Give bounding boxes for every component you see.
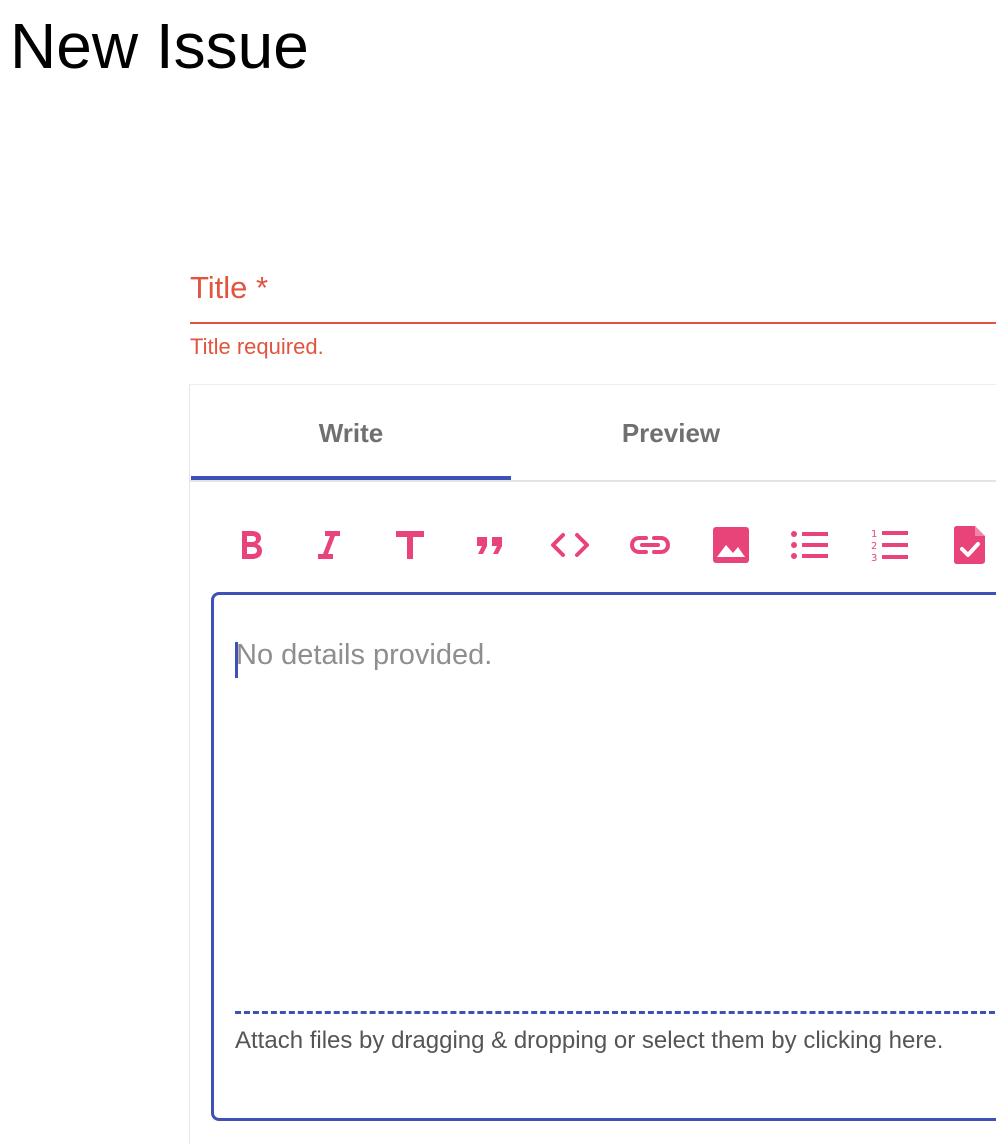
italic-icon: [318, 531, 340, 559]
svg-text:3: 3: [871, 553, 877, 563]
italic-button[interactable]: [305, 521, 353, 569]
title-field[interactable]: Title *: [190, 266, 996, 324]
bold-button[interactable]: [227, 521, 275, 569]
svg-text:2: 2: [871, 541, 877, 552]
tab-selected-indicator: [191, 476, 511, 480]
header-icon: [396, 531, 424, 559]
image-icon: [713, 527, 749, 563]
tab-preview[interactable]: Preview: [511, 385, 831, 482]
details-textarea[interactable]: No details provided. Attach files by dra…: [211, 592, 996, 1121]
quote-button[interactable]: [466, 521, 514, 569]
attach-files-area[interactable]: Attach files by dragging & dropping or s…: [235, 1025, 975, 1057]
attach-divider: [235, 1011, 995, 1014]
checked-list-button[interactable]: [946, 521, 994, 569]
tab-write[interactable]: Write: [191, 385, 511, 482]
title-input[interactable]: [190, 284, 996, 322]
editor-tabs: Write Preview: [190, 385, 996, 482]
details-placeholder: No details provided.: [236, 639, 493, 671]
link-button[interactable]: [626, 521, 674, 569]
svg-text:1: 1: [871, 529, 877, 540]
title-error-message: Title required.: [190, 334, 324, 359]
unordered-list-button[interactable]: [786, 521, 834, 569]
markdown-editor: Write Preview 1 2 3 No details provided.…: [189, 384, 996, 1144]
ordered-list-button[interactable]: 1 2 3: [866, 521, 914, 569]
image-button[interactable]: [707, 521, 755, 569]
code-button[interactable]: [546, 521, 594, 569]
checked-list-icon: [954, 526, 985, 564]
header-button[interactable]: [386, 521, 434, 569]
link-icon: [629, 536, 671, 554]
page-title: New Issue: [10, 10, 309, 82]
ordered-list-icon: 1 2 3: [871, 529, 908, 563]
code-icon: [551, 533, 589, 557]
unordered-list-icon: [791, 531, 828, 559]
bold-icon: [242, 531, 262, 559]
quote-icon: [477, 537, 502, 554]
